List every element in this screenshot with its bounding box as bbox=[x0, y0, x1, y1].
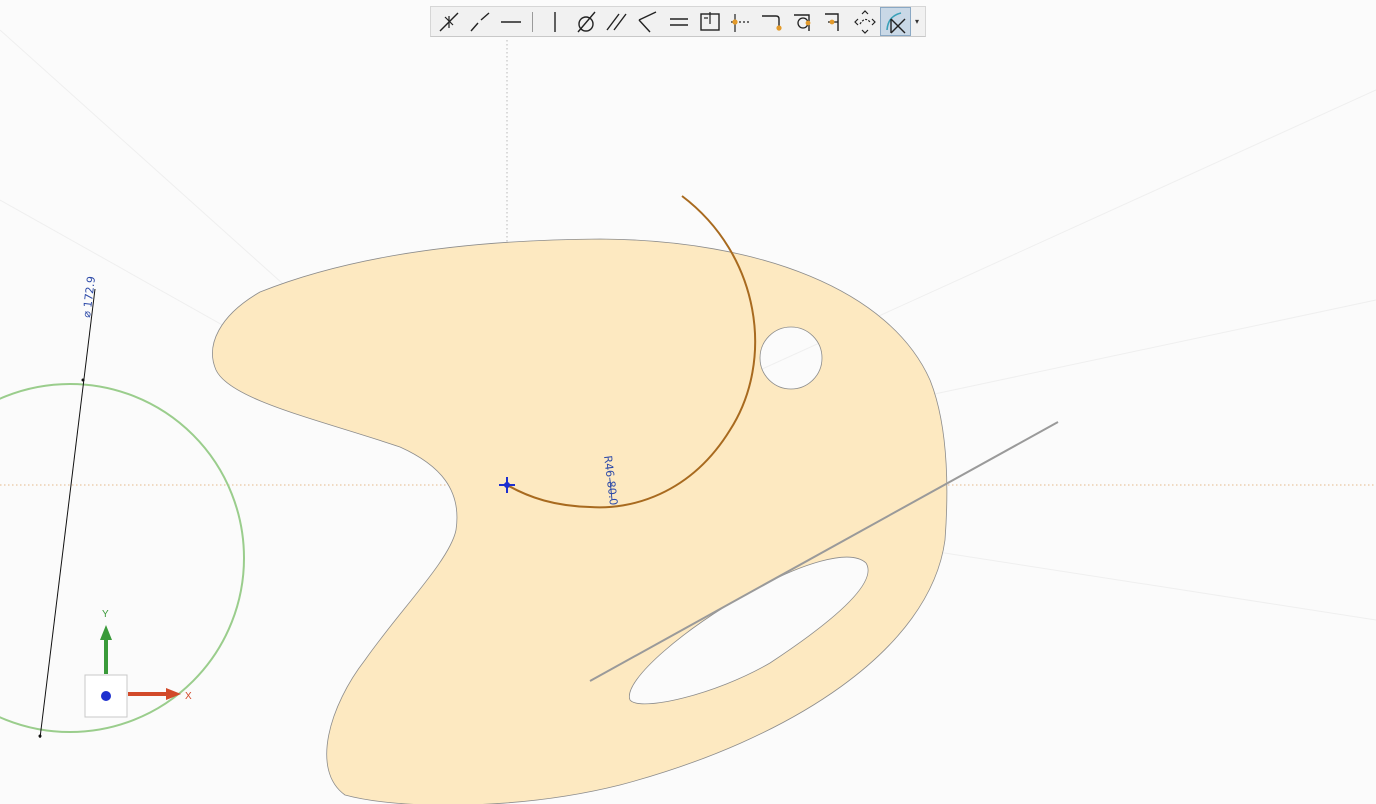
equal-icon bbox=[669, 17, 688, 26]
symmetric-tool-button[interactable] bbox=[694, 7, 725, 36]
sketch-canvas[interactable]: ⌀ 172.9 R46-80.0 Y X bbox=[0, 0, 1376, 804]
angle-tool-button[interactable] bbox=[632, 7, 663, 36]
equal-tool-button[interactable] bbox=[663, 7, 694, 36]
horizontal-line-tool-button[interactable] bbox=[495, 7, 526, 36]
toolbar-more-dropdown[interactable]: ▾ bbox=[911, 7, 923, 36]
coincident-icon bbox=[761, 14, 782, 31]
symmetric-icon bbox=[699, 11, 720, 31]
x-axis-label: X bbox=[185, 691, 192, 702]
parallel-icon bbox=[605, 13, 627, 30]
coincident-tool-button[interactable] bbox=[756, 7, 787, 36]
trim-icon bbox=[885, 11, 905, 33]
point-on-curve-icon bbox=[730, 13, 751, 32]
coordinate-gizmo[interactable]: Y X bbox=[84, 609, 192, 718]
parallel-tool-button[interactable] bbox=[601, 7, 632, 36]
line-icon bbox=[469, 11, 489, 31]
trim-tool-button[interactable] bbox=[880, 7, 911, 36]
diameter-endpoint-bottom bbox=[38, 734, 42, 738]
tangent-tool-button[interactable] bbox=[570, 7, 601, 36]
fix-icon bbox=[824, 12, 839, 31]
toolbar-separator bbox=[532, 11, 533, 32]
concentric-icon bbox=[793, 13, 810, 31]
diameter-dimension-line bbox=[39, 288, 96, 739]
point-cross-icon bbox=[439, 12, 458, 31]
fix-tool-button[interactable] bbox=[818, 7, 849, 36]
tangent-icon bbox=[576, 11, 596, 32]
angle-icon bbox=[637, 10, 656, 32]
y-axis-label: Y bbox=[102, 609, 109, 620]
vertical-line-icon bbox=[553, 11, 556, 32]
diameter-endpoint-top bbox=[81, 378, 85, 382]
sketch-window: ⌀ 172.9 R46-80.0 Y X ▾ bbox=[0, 0, 1376, 804]
horizontal-line-icon bbox=[500, 20, 521, 23]
y-axis-arrowhead bbox=[100, 625, 112, 640]
auto-constraint-tool-button[interactable] bbox=[849, 7, 880, 36]
point-on-curve-tool-button[interactable] bbox=[725, 7, 756, 36]
palette-profile[interactable] bbox=[212, 238, 948, 804]
vertical-line-tool-button[interactable] bbox=[539, 7, 570, 36]
constraint-toolbar: ▾ bbox=[430, 6, 926, 37]
concentric-tool-button[interactable] bbox=[787, 7, 818, 36]
diameter-dimension-text[interactable]: ⌀ 172.9 bbox=[80, 275, 98, 318]
line-tool-button[interactable] bbox=[464, 7, 495, 36]
auto-constraint-icon bbox=[853, 9, 876, 34]
gizmo-origin-dot bbox=[101, 691, 111, 701]
point-tool-button[interactable] bbox=[433, 7, 464, 36]
